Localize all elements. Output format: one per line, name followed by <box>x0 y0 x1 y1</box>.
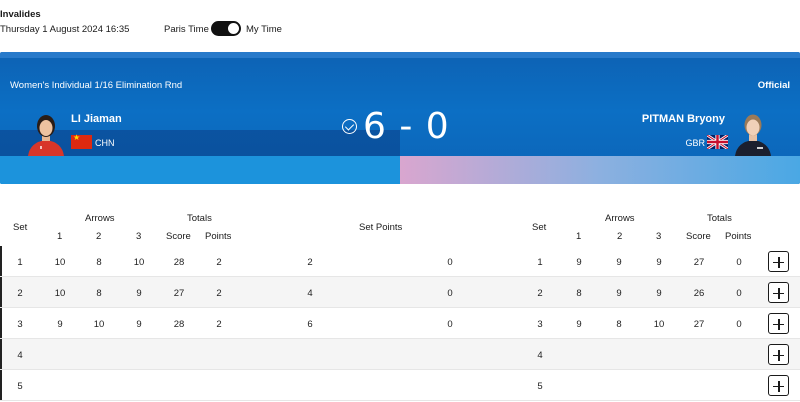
match-score: 6 - 0 <box>363 106 450 147</box>
athlete-name-right: PITMAN Bryony <box>641 113 725 125</box>
totals-header-right: Totals <box>707 213 732 224</box>
uk-flag-icon <box>707 135 728 149</box>
expand-plus-icon[interactable] <box>768 344 789 365</box>
set-points-right-cell: 0 <box>447 288 453 299</box>
arrow2-left-cell: 8 <box>96 257 102 268</box>
set-right-cell: 4 <box>537 350 543 361</box>
score-left-cell: 28 <box>173 319 185 330</box>
set-right-cell: 5 <box>537 381 543 392</box>
event-round: Women's Individual 1/16 Elimination Rnd <box>10 80 183 91</box>
check-circle-icon <box>342 119 357 134</box>
table-row: 2 10 8 9 27 2 4 0 2 8 9 9 26 0 <box>0 277 800 308</box>
arrow3-left-cell: 9 <box>136 319 142 330</box>
set-points-left-cell: 2 <box>307 257 313 268</box>
score-left-cell: 27 <box>173 288 185 299</box>
arrows-header-left: Arrows <box>85 213 115 224</box>
paris-time-label: Paris Time <box>164 24 209 35</box>
arrow2-left-cell: 10 <box>93 319 105 330</box>
my-time-label: My Time <box>246 24 282 35</box>
table-row: 44 <box>0 339 800 370</box>
points-header-left: Points <box>205 231 232 242</box>
arrow2-header-right: 2 <box>617 231 623 242</box>
expand-plus-icon[interactable] <box>768 251 789 272</box>
arrow1-header-left: 1 <box>57 231 63 242</box>
points-left-cell: 2 <box>216 319 222 330</box>
arrow2-right-cell: 8 <box>616 319 622 330</box>
venue-name: Invalides <box>0 9 41 20</box>
set-left-cell: 4 <box>17 350 23 361</box>
match-banner: Women's Individual 1/16 Elimination Rnd … <box>0 52 800 184</box>
athlete-photo-left <box>24 109 68 156</box>
set-right-cell: 2 <box>537 288 543 299</box>
points-right-cell: 0 <box>736 319 742 330</box>
totals-header-left: Totals <box>187 213 212 224</box>
set-left-cell: 3 <box>17 319 23 330</box>
points-right-cell: 0 <box>736 257 742 268</box>
set-left-cell: 2 <box>17 288 23 299</box>
expand-plus-icon[interactable] <box>768 282 789 303</box>
score-right-cell: 27 <box>693 319 705 330</box>
arrow3-right-cell: 9 <box>656 257 662 268</box>
arrow3-header-right: 3 <box>656 231 662 242</box>
arrow1-header-right: 1 <box>576 231 582 242</box>
set-right-cell: 3 <box>537 319 543 330</box>
points-header-right: Points <box>725 231 752 242</box>
set-left-cell: 5 <box>17 381 23 392</box>
set-right-cell: 1 <box>537 257 543 268</box>
set-points-header: Set Points <box>359 222 403 233</box>
arrow1-right-cell: 8 <box>576 288 582 299</box>
arrows-header-right: Arrows <box>605 213 635 224</box>
arrow3-right-cell: 10 <box>653 319 665 330</box>
score-header-right: Score <box>686 231 711 242</box>
timezone-toggle[interactable] <box>211 21 241 36</box>
arrow1-right-cell: 9 <box>576 319 582 330</box>
table-row: 3 9 10 9 28 2 6 0 3 9 8 10 27 0 <box>0 308 800 339</box>
athlete-photo-right <box>731 109 775 156</box>
set-header-left: Set <box>13 222 28 233</box>
set-left-cell: 1 <box>17 257 23 268</box>
score-header-left: Score <box>166 231 191 242</box>
arrow3-right-cell: 9 <box>656 288 662 299</box>
score-right-cell: 26 <box>693 288 705 299</box>
noc-code-right: GBR <box>685 138 705 148</box>
arrow3-header-left: 3 <box>136 231 142 242</box>
arrow3-left-cell: 9 <box>136 288 142 299</box>
arrow1-right-cell: 9 <box>576 257 582 268</box>
set-header-right: Set <box>532 222 547 233</box>
arrow2-header-left: 2 <box>96 231 102 242</box>
points-left-cell: 2 <box>216 288 222 299</box>
set-points-right-cell: 0 <box>447 257 453 268</box>
athlete-name-left: LI Jiaman <box>71 113 122 125</box>
result-status: Official <box>757 80 790 91</box>
arrow1-left-cell: 10 <box>54 257 66 268</box>
score-left-cell: 28 <box>173 257 185 268</box>
points-left-cell: 2 <box>216 257 222 268</box>
arrow3-left-cell: 10 <box>133 257 145 268</box>
noc-code-left: CHN <box>95 138 115 148</box>
arrow2-left-cell: 8 <box>96 288 102 299</box>
score-right-cell: 27 <box>693 257 705 268</box>
match-datetime: Thursday 1 August 2024 16:35 <box>0 24 130 35</box>
points-right-cell: 0 <box>736 288 742 299</box>
arrow2-right-cell: 9 <box>616 288 622 299</box>
table-row: 1 10 8 10 28 2 2 0 1 9 9 9 27 0 <box>0 246 800 277</box>
expand-plus-icon[interactable] <box>768 313 789 334</box>
table-row: 55 <box>0 370 800 401</box>
set-points-left-cell: 4 <box>307 288 313 299</box>
expand-plus-icon[interactable] <box>768 375 789 396</box>
china-flag-icon: ★ <box>71 134 92 149</box>
set-points-left-cell: 6 <box>307 319 313 330</box>
set-points-right-cell: 0 <box>447 319 453 330</box>
toggle-knob <box>228 23 239 34</box>
arrow1-left-cell: 9 <box>57 319 63 330</box>
arrow2-right-cell: 9 <box>616 257 622 268</box>
arrow1-left-cell: 10 <box>54 288 66 299</box>
